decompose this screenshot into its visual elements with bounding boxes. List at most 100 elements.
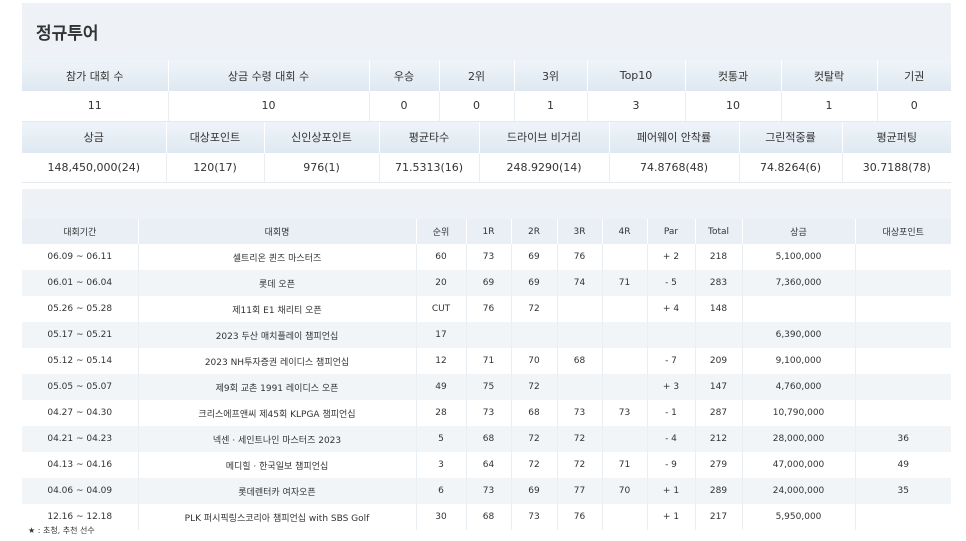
table-cell: 69 <box>465 270 511 296</box>
table-cell <box>694 322 742 348</box>
table-cell: 35 <box>854 478 951 504</box>
table-cell: 72 <box>510 452 557 478</box>
table-row[interactable]: 05.17 ~ 05.21 2023 두산 매치플레이 챔피언십 17 6,390,0… <box>22 322 951 348</box>
record-header-3: 평균타수 <box>378 121 479 153</box>
record-header-1: 대상포인트 <box>165 121 264 153</box>
table-row[interactable]: 04.06 ~ 04.09 롯데렌터카 여자오픈 6 73 69 77 70 + 1 289 24… <box>22 478 951 504</box>
section-title: 정규투어 <box>22 3 951 60</box>
table-cell: 28 <box>415 400 466 426</box>
table-cell: 메디힐 · 한국일보 챔피언십 <box>137 452 416 478</box>
table-cell <box>854 322 951 348</box>
table-cell: 28,000,000 <box>741 426 855 452</box>
table-cell <box>556 296 602 322</box>
table-cell <box>510 322 557 348</box>
results-header-7: Par <box>646 219 695 244</box>
table-cell: 68 <box>510 400 557 426</box>
table-cell: 04.21 ~ 04.23 <box>22 426 138 452</box>
table-cell: 76 <box>556 504 602 530</box>
table-cell: 24,000,000 <box>741 478 855 504</box>
table-cell: 147 <box>694 374 742 400</box>
table-cell <box>854 296 951 322</box>
results-header-5: 3R <box>556 219 602 244</box>
table-row[interactable]: 05.26 ~ 05.28 제11회 E1 채리티 오픈 CUT 76 72 + 4 148 <box>22 296 951 322</box>
table-row[interactable]: 06.09 ~ 06.11 셀트리온 퀸즈 마스터즈 60 73 69 76 + 2 218 5… <box>22 244 951 270</box>
table-cell: PLK 퍼시픽링스코리아 챔피언십 with SBS Golf <box>137 504 416 530</box>
table-cell: 69 <box>510 270 557 296</box>
table-cell <box>465 322 511 348</box>
table-cell: 76 <box>465 296 511 322</box>
table-cell <box>854 400 951 426</box>
table-cell: 70 <box>601 478 647 504</box>
table-row[interactable]: 04.27 ~ 04.30 크리스에프앤씨 제45회 KLPGA 챔피언십 28 73… <box>22 400 951 426</box>
table-cell: 75 <box>465 374 511 400</box>
table-row[interactable]: 04.21 ~ 04.23 넥센 · 세인트나인 마스터즈 2023 5 68 72 72… <box>22 426 951 452</box>
table-cell: 289 <box>694 478 742 504</box>
results-header-9: 상금 <box>741 219 855 244</box>
table-cell: 72 <box>510 426 557 452</box>
table-cell: 30 <box>415 504 466 530</box>
summary-header-4: 3위 <box>513 60 587 91</box>
summary-header-8: 기권 <box>876 60 951 91</box>
record-header-0: 상금 <box>22 121 166 153</box>
table-cell: 제9회 교촌 1991 레이디스 오픈 <box>137 374 416 400</box>
table-cell: 64 <box>465 452 511 478</box>
table-cell: 05.17 ~ 05.21 <box>22 322 138 348</box>
table-cell: 209 <box>694 348 742 374</box>
summary-value-3: 0 <box>438 91 514 122</box>
results-header-8: Total <box>694 219 742 244</box>
record-value-7: 30.7188(78) <box>841 152 951 183</box>
table-cell: 68 <box>556 348 602 374</box>
table-cell: 47,000,000 <box>741 452 855 478</box>
summary-value-1: 10 <box>167 91 369 122</box>
table-cell: 6,390,000 <box>741 322 855 348</box>
table-cell: 6 <box>415 478 466 504</box>
table-cell: 04.06 ~ 04.09 <box>22 478 138 504</box>
table-cell: 5 <box>415 426 466 452</box>
table-cell: 12 <box>415 348 466 374</box>
table-cell: 롯데렌터카 여자오픈 <box>137 478 416 504</box>
table-cell: 69 <box>510 244 557 270</box>
results-header-6: 4R <box>601 219 647 244</box>
table-cell: 04.27 ~ 04.30 <box>22 400 138 426</box>
table-row[interactable]: 12.16 ~ 12.18 PLK 퍼시픽링스코리아 챔피언십 with SBS … <box>22 504 951 530</box>
table-row[interactable]: 04.13 ~ 04.16 메디힐 · 한국일보 챔피언십 3 64 72 72 71- 9… <box>22 452 951 478</box>
table-cell: 7,360,000 <box>741 270 855 296</box>
table-cell: 218 <box>694 244 742 270</box>
results-header-1: 대회명 <box>137 219 416 244</box>
summary-value-5: 3 <box>586 91 685 122</box>
table-row[interactable]: 05.12 ~ 05.14 2023 NH투자증권 레이디스 챔피언십 12 71 70… <box>22 348 951 374</box>
table-cell: 9,100,000 <box>741 348 855 374</box>
table-cell <box>556 374 602 400</box>
results-header-4: 2R <box>510 219 557 244</box>
spacer-bar <box>22 189 951 219</box>
table-cell: 287 <box>694 400 742 426</box>
table-cell: 49 <box>854 452 951 478</box>
table-cell: 06.01 ~ 06.04 <box>22 270 138 296</box>
table-cell: 73 <box>465 244 511 270</box>
summary-header-1: 상금 수령 대회 수 <box>167 60 369 91</box>
summary-header-3: 2위 <box>438 60 514 91</box>
table-row[interactable]: 05.05 ~ 05.07 제9회 교촌 1991 레이디스 오픈 49 75 72 + … <box>22 374 951 400</box>
table-row[interactable]: 06.01 ~ 06.04 롯데 오픈 20 69 69 74 71- 5 283 7,360,… <box>22 270 951 296</box>
table-cell <box>854 504 951 530</box>
table-cell <box>741 296 855 322</box>
table-cell: 72 <box>510 296 557 322</box>
table-cell: 05.12 ~ 05.14 <box>22 348 138 374</box>
record-header-6: 그린적중률 <box>738 121 842 153</box>
table-cell: 73 <box>465 400 511 426</box>
results-header-0: 대회기간 <box>22 219 138 244</box>
table-cell: 70 <box>510 348 557 374</box>
table-cell: 74 <box>556 270 602 296</box>
table-cell: 71 <box>601 270 647 296</box>
table-cell: 롯데 오픈 <box>137 270 416 296</box>
table-cell: 10,790,000 <box>741 400 855 426</box>
table-cell: CUT <box>415 296 466 322</box>
table-cell <box>601 426 647 452</box>
table-cell: 148 <box>694 296 742 322</box>
table-cell: 크리스에프앤씨 제45회 KLPGA 챔피언십 <box>137 400 416 426</box>
table-cell: 05.26 ~ 05.28 <box>22 296 138 322</box>
table-cell: 217 <box>694 504 742 530</box>
table-cell: 73 <box>465 478 511 504</box>
record-value-5: 74.8768(48) <box>608 152 739 183</box>
summary-value-6: 10 <box>684 91 781 122</box>
